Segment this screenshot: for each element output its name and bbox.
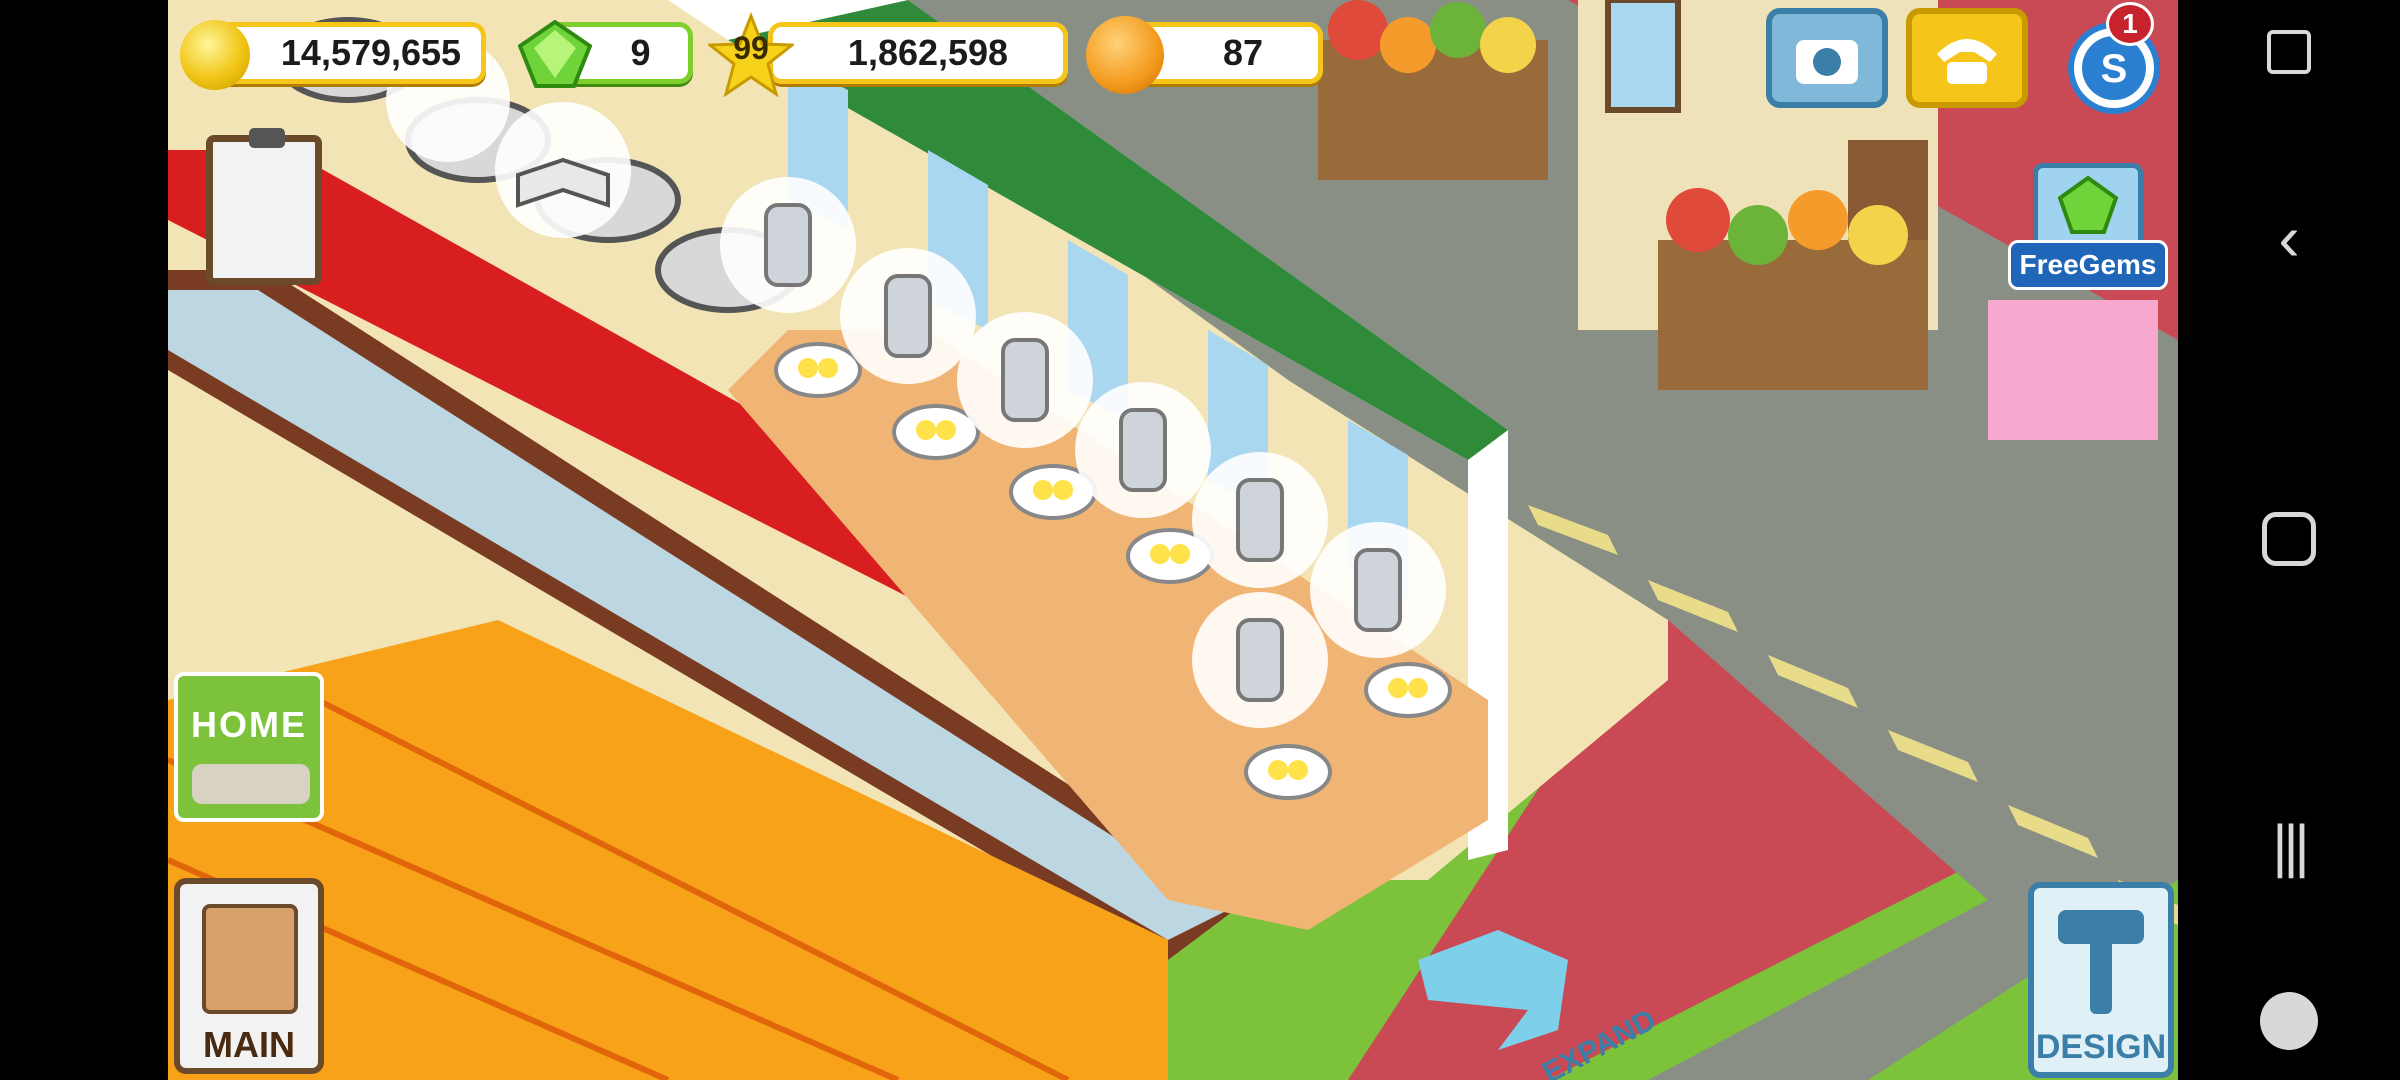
smiley-face-icon	[1086, 16, 1164, 94]
salt-shaker-bubble	[1310, 522, 1446, 658]
design-button[interactable]: DESIGN	[2028, 882, 2174, 1078]
free-gems-button[interactable]: FreeGems	[2008, 158, 2168, 298]
vegetable-stall-2	[1658, 188, 1928, 390]
svg-text:S: S	[2101, 47, 2128, 91]
salt-shaker-bubble	[1192, 592, 1328, 728]
home-button[interactable]: HOME	[174, 672, 324, 822]
android-navigation-bar: ‹ |||	[2178, 0, 2400, 1080]
pink-pedestal	[1988, 300, 2158, 440]
building-window	[1605, 0, 1681, 113]
salt-shaker-bubble	[1075, 382, 1211, 518]
coins-value: 14,579,655	[216, 22, 486, 84]
clipboard-icon	[249, 128, 285, 148]
level-value: 99	[733, 30, 769, 66]
salt-shaker-bubble	[720, 177, 856, 313]
recent-apps-button[interactable]: |||	[2272, 818, 2309, 876]
salt-shaker-bubble	[957, 312, 1093, 448]
gem-icon	[517, 19, 593, 90]
main-menu-button[interactable]: MAIN	[174, 878, 324, 1074]
game-viewport[interactable]: 14,579,655 9 99 1,862,598 87 S 1 FreeGem…	[168, 0, 2178, 1080]
main-label: MAIN	[203, 1024, 295, 1065]
salt-shaker-bubble	[1192, 452, 1328, 588]
screen-recorder-icon[interactable]	[2267, 30, 2311, 74]
vegetable-stall-1	[1318, 0, 1548, 180]
telephone-icon	[1937, 39, 1997, 84]
home-nav-button[interactable]	[2262, 512, 2316, 566]
camera-icon	[1796, 40, 1858, 84]
experience-value: 1,862,598	[768, 22, 1068, 84]
coin-icon	[180, 20, 250, 90]
home-label: HOME	[191, 704, 307, 745]
hammer-icon	[2058, 910, 2144, 1014]
design-label: DESIGN	[2035, 1028, 2167, 1066]
restaurant-scene[interactable]	[168, 0, 2178, 1080]
sofa-icon	[192, 764, 310, 804]
notification-badge: 1	[2106, 2, 2154, 46]
telephone-button[interactable]	[1906, 8, 2028, 108]
clipboard-icon	[202, 904, 298, 1014]
salt-shaker-bubble	[840, 248, 976, 384]
game-controller-icon[interactable]	[2260, 992, 2318, 1050]
camera-button[interactable]	[1766, 8, 1888, 108]
back-button[interactable]: ‹	[2278, 206, 2299, 270]
order-clipboard-button[interactable]	[206, 128, 322, 285]
free-gems-label: FreeGems	[2008, 240, 2168, 290]
